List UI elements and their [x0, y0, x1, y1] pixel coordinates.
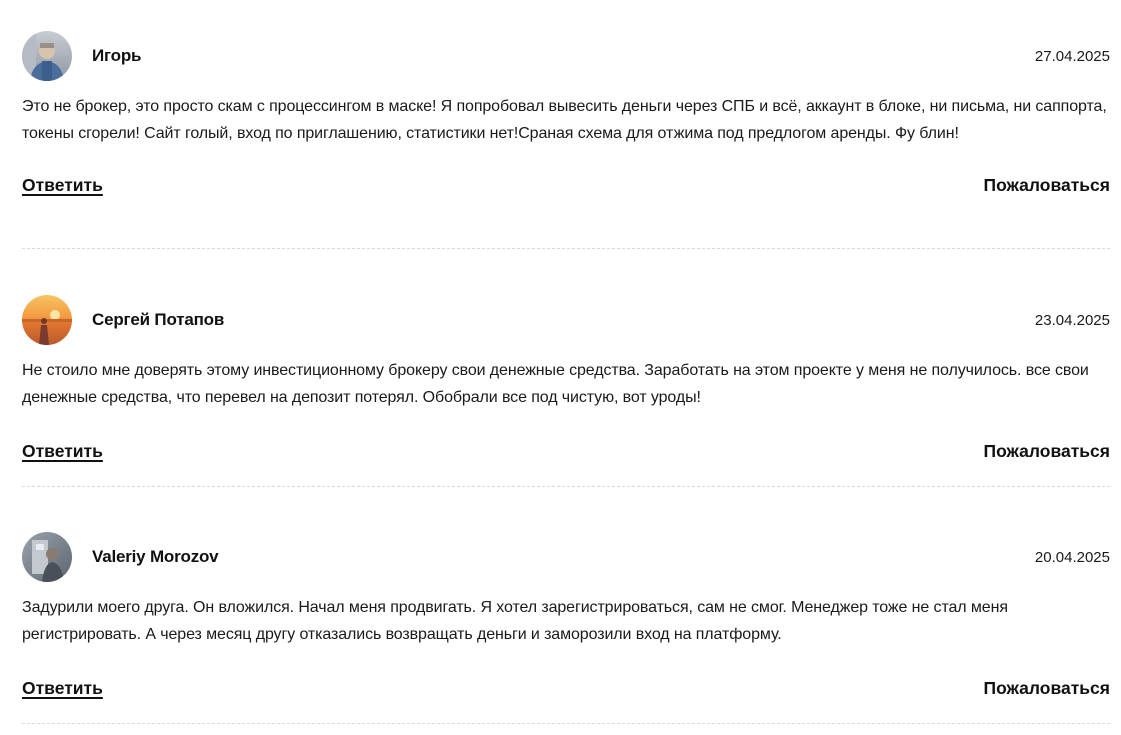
report-button[interactable]: Пожаловаться	[984, 678, 1111, 699]
avatar	[22, 295, 72, 345]
reply-button[interactable]: Ответить	[22, 678, 103, 699]
review-text: Не стоило мне доверять этому инвестицион…	[22, 362, 1089, 406]
reply-button[interactable]: Ответить	[22, 441, 103, 462]
review-text: Задурили моего друга. Он вложился. Начал…	[22, 599, 1008, 643]
review-item: Сергей Потапов 23.04.2025 Не стоило мне …	[22, 249, 1110, 487]
author-name: Игорь	[92, 46, 142, 65]
review-item: Игорь 27.04.2025 Это не брокер, это прос…	[22, 0, 1110, 249]
review-date: 27.04.2025	[1034, 47, 1110, 65]
review-header: Valeriy Morozov 20.04.2025	[22, 532, 1110, 582]
review-date: 20.04.2025	[1034, 548, 1110, 566]
avatar	[22, 31, 72, 81]
review-actions: Ответить Пожаловаться	[22, 678, 1110, 699]
review-header: Игорь 27.04.2025	[22, 31, 1110, 81]
author-name: Сергей Потапов	[92, 310, 225, 329]
reply-button[interactable]: Ответить	[22, 175, 103, 196]
report-button[interactable]: Пожаловаться	[984, 441, 1111, 462]
review-actions: Ответить Пожаловаться	[22, 441, 1110, 462]
report-button[interactable]: Пожаловаться	[984, 175, 1111, 196]
avatar	[22, 532, 72, 582]
review-header: Сергей Потапов 23.04.2025	[22, 295, 1110, 345]
review-item: Valeriy Morozov 20.04.2025 Задурили моег…	[22, 487, 1110, 724]
author-name: Valeriy Morozov	[92, 547, 219, 566]
reviews-list: Игорь 27.04.2025 Это не брокер, это прос…	[22, 0, 1110, 724]
review-date: 23.04.2025	[1034, 311, 1110, 329]
review-actions: Ответить Пожаловаться	[22, 175, 1110, 196]
review-text: Это не брокер, это просто скам с процесс…	[22, 98, 1107, 142]
